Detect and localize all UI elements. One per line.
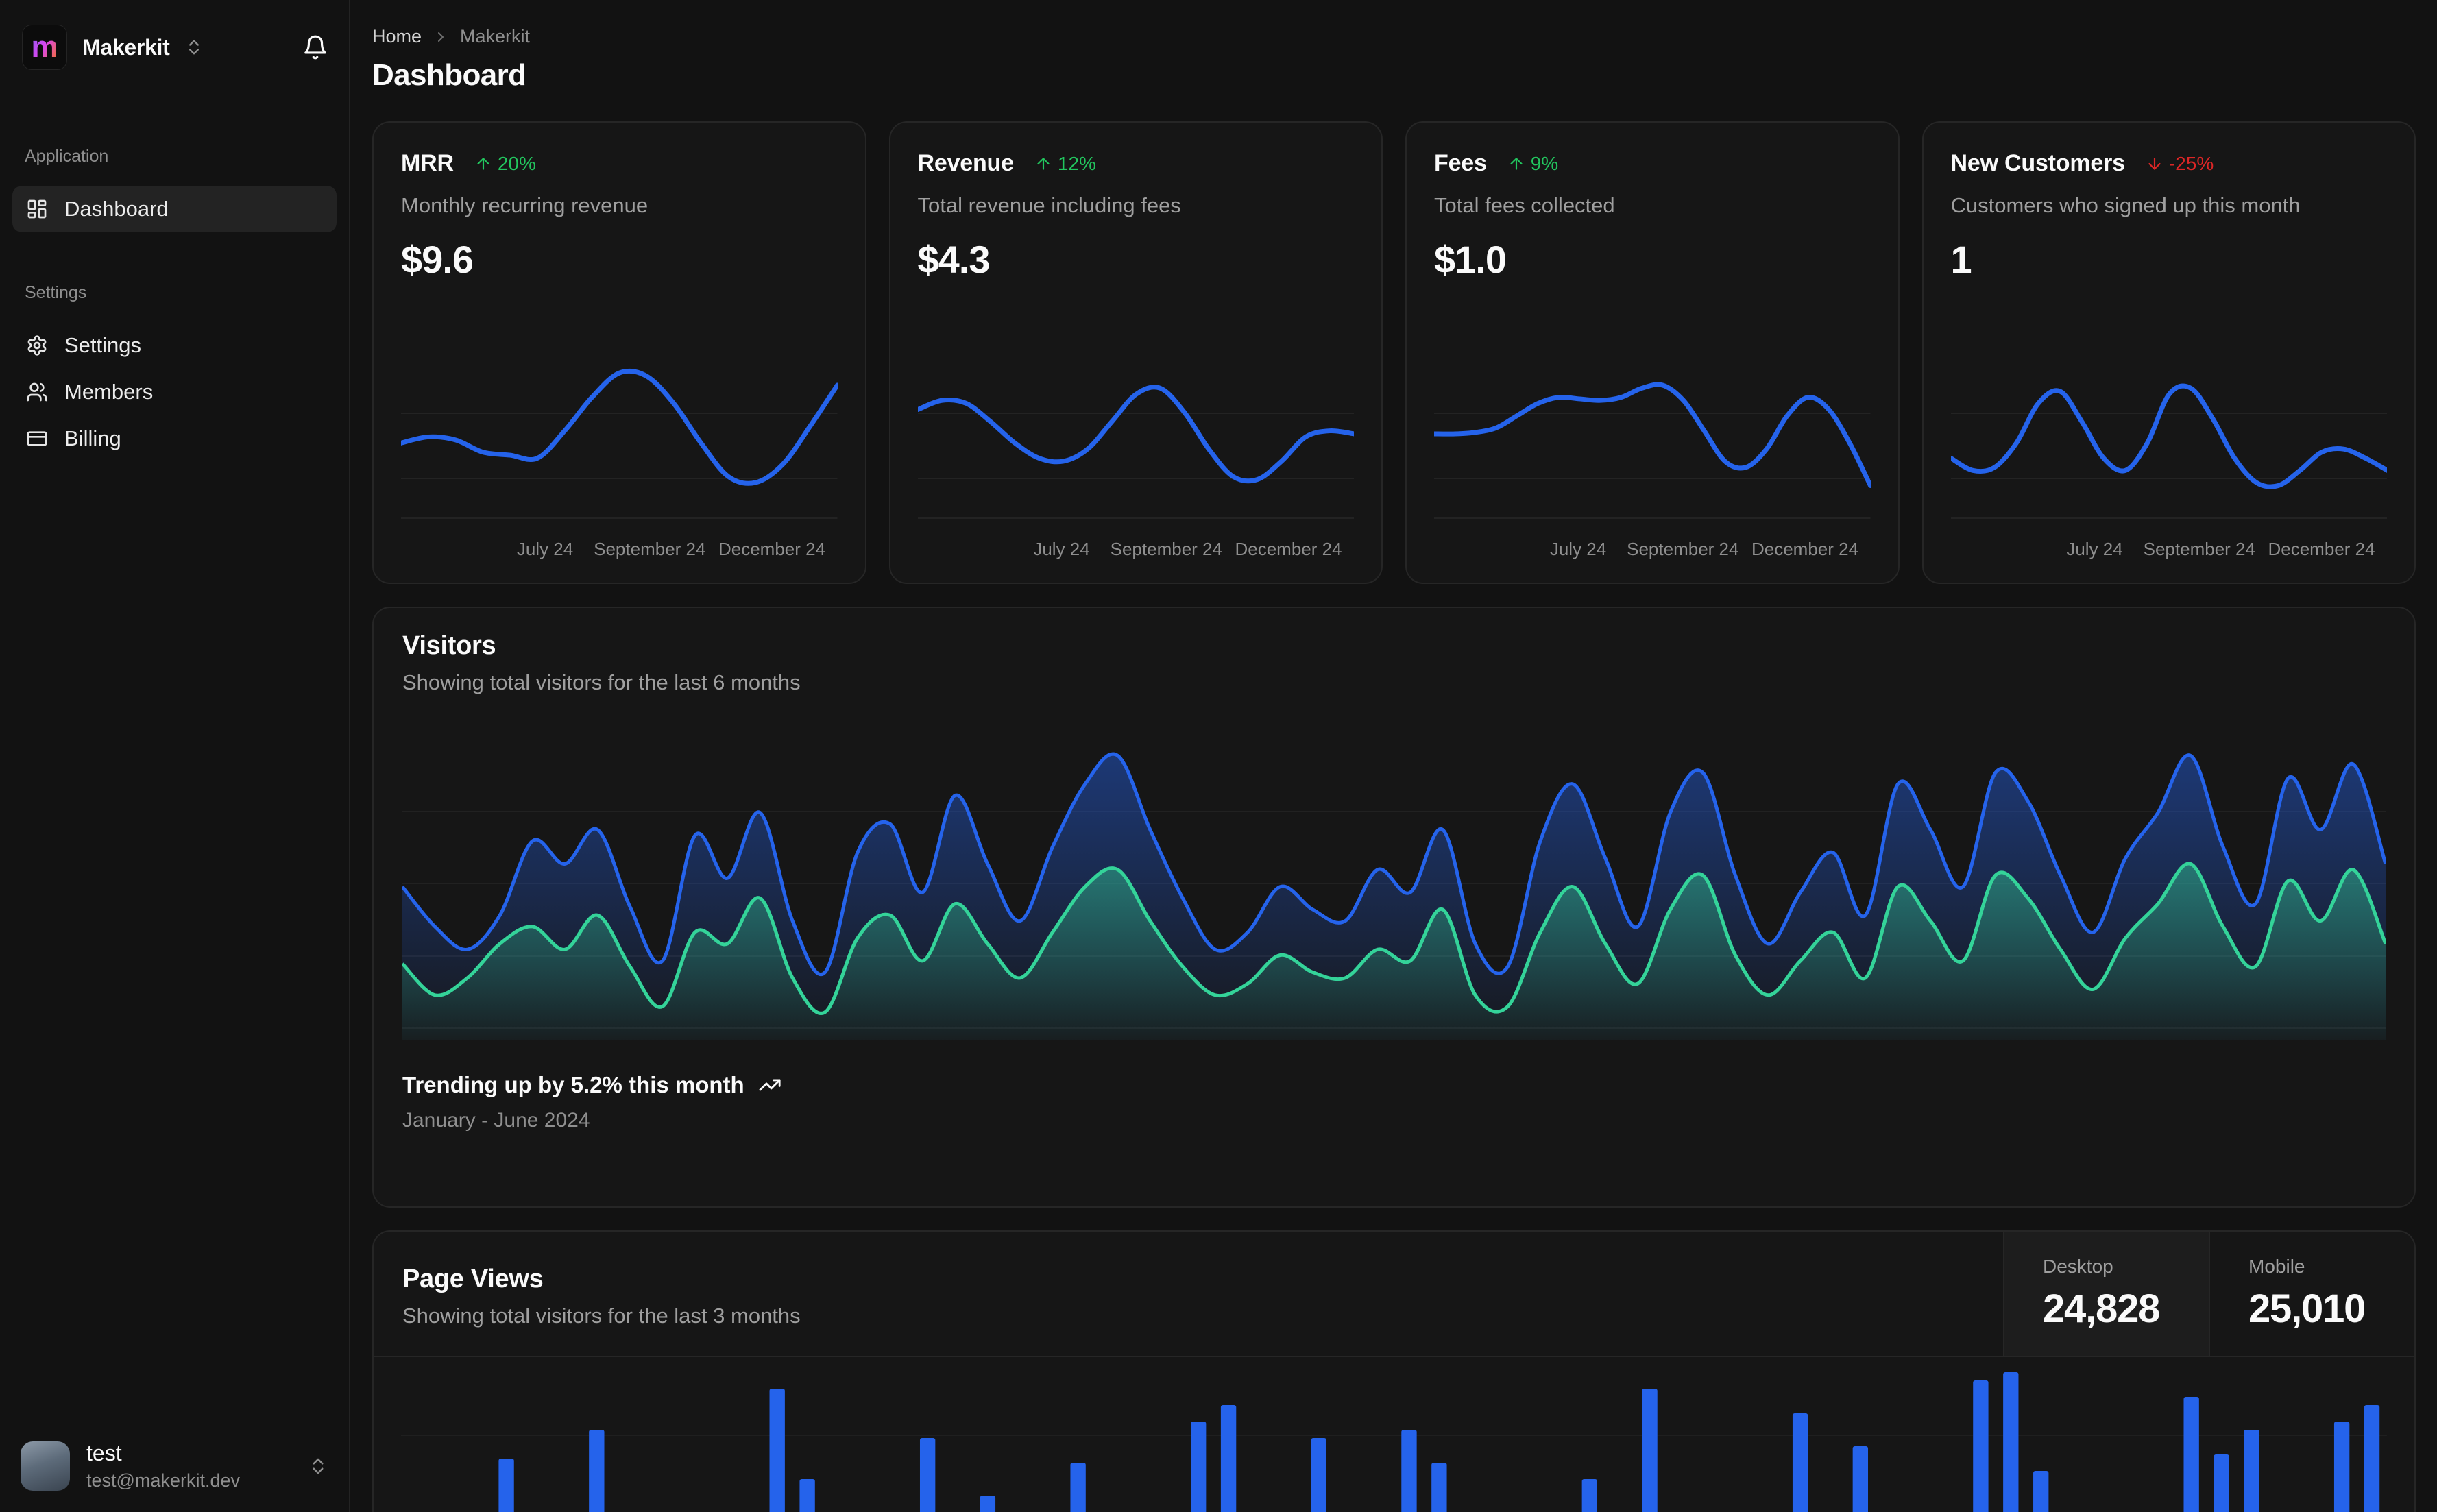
stat-chart: July 24 September 24 December 24 <box>1434 348 1871 565</box>
user-meta: test test@makerkit.dev <box>86 1441 240 1491</box>
stat-value: 1 <box>1950 238 1972 281</box>
page-views-title: Page Views <box>402 1265 544 1293</box>
x-axis-labels: July 24 September 24 December 24 <box>516 539 826 559</box>
page-views-header: Page Views Showing total visitors for th… <box>374 1232 2414 1357</box>
sidebar-item-billing[interactable]: Billing <box>12 415 337 462</box>
notifications-bell-icon[interactable] <box>302 34 328 60</box>
sidebar: m Makerkit Application Dashboard Setting… <box>0 0 350 1512</box>
stat-description: Monthly recurring revenue <box>401 193 648 217</box>
app-name: Makerkit <box>82 34 170 60</box>
user-email: test@makerkit.dev <box>86 1470 240 1491</box>
mrr-sparkline-chart <box>401 368 838 519</box>
chevrons-up-down-icon <box>308 1456 328 1476</box>
stat-cards-row: MRR 20% Monthly recurring revenue $9.6 J… <box>372 121 2416 584</box>
arrow-up-icon <box>1510 157 1523 170</box>
stat-card-revenue: Revenue 12% Total revenue including fees… <box>888 121 1383 584</box>
page-views-chart-wrap <box>374 1357 2414 1512</box>
main-content: Home Makerkit Dashboard MRR 20% Monthly … <box>350 0 2437 1512</box>
app-logo: m <box>22 25 67 70</box>
breadcrumb-current[interactable]: Makerkit <box>460 26 530 47</box>
mobile-value: 25,010 <box>2248 1287 2366 1331</box>
users-icon <box>26 381 48 403</box>
dashboard-icon <box>26 198 48 220</box>
trend-badge: 20% <box>474 153 536 175</box>
toggle-mobile[interactable]: Mobile 25,010 <box>2209 1232 2414 1356</box>
trend-badge: 12% <box>1034 153 1096 175</box>
stat-chart: July 24 September 24 December 24 <box>1950 348 2387 565</box>
breadcrumb-home-link[interactable]: Home <box>372 26 422 47</box>
stat-title: Fees <box>1434 150 1487 176</box>
sidebar-item-members[interactable]: Members <box>12 369 337 415</box>
page-views-bar-chart <box>401 1372 2387 1512</box>
fees-sparkline-chart <box>1434 382 1871 519</box>
avatar <box>21 1441 70 1491</box>
page-views-subtitle: Showing total visitors for the last 3 mo… <box>402 1304 801 1328</box>
sidebar-item-label: Billing <box>64 426 121 450</box>
stat-value: $4.3 <box>917 238 991 281</box>
visitors-trend-note: Trending up by 5.2% this month <box>402 1072 2386 1098</box>
arrow-down-icon <box>2148 157 2161 170</box>
stat-card-new-customers: New Customers -25% Customers who signed … <box>1921 121 2416 584</box>
stat-value: $9.6 <box>401 238 474 281</box>
new-customers-sparkline-chart <box>1950 383 2387 519</box>
nav-section-settings: Settings <box>25 283 87 302</box>
team-switcher[interactable]: m Makerkit <box>0 0 349 70</box>
visitors-title: Visitors <box>402 631 496 660</box>
x-axis-labels: July 24 September 24 December 24 <box>1033 539 1342 559</box>
stat-description: Total revenue including fees <box>917 193 1181 217</box>
page-views-card: Page Views Showing total visitors for th… <box>372 1230 2416 1512</box>
visitors-card: Visitors Showing total visitors for the … <box>372 607 2416 1208</box>
mobile-label: Mobile <box>2248 1256 2305 1277</box>
visitors-subtitle: Showing total visitors for the last 6 mo… <box>402 670 801 694</box>
nav-section-application: Application <box>25 147 109 166</box>
stat-title: Revenue <box>917 150 1015 176</box>
revenue-sparkline-chart <box>917 385 1354 519</box>
trend-badge: -25% <box>2146 153 2214 175</box>
sidebar-item-label: Dashboard <box>64 197 169 221</box>
visitors-period: January - June 2024 <box>402 1109 590 1132</box>
chevrons-up-down-icon <box>184 38 204 57</box>
stat-title: New Customers <box>1950 150 2126 176</box>
stat-title: MRR <box>401 150 454 176</box>
stat-chart: July 24 September 24 December 24 <box>401 348 838 565</box>
page-title: Dashboard <box>372 58 526 92</box>
stat-chart: July 24 September 24 December 24 <box>917 348 1354 565</box>
toggle-desktop[interactable]: Desktop 24,828 <box>2003 1232 2209 1356</box>
trend-badge: 9% <box>1507 153 1558 175</box>
x-axis-labels: July 24 September 24 December 24 <box>2066 539 2375 559</box>
arrow-up-icon <box>477 157 489 170</box>
gear-icon <box>26 334 48 356</box>
trending-up-icon <box>758 1073 781 1097</box>
breadcrumb: Home Makerkit <box>372 26 2416 47</box>
desktop-label: Desktop <box>2043 1256 2113 1277</box>
stat-description: Total fees collected <box>1434 193 1615 217</box>
stat-value: $1.0 <box>1434 238 1507 281</box>
credit-card-icon <box>26 428 48 450</box>
sidebar-item-label: Members <box>64 380 154 404</box>
stat-description: Customers who signed up this month <box>1950 193 2301 217</box>
stat-card-mrr: MRR 20% Monthly recurring revenue $9.6 J… <box>372 121 866 584</box>
user-name: test <box>86 1441 122 1465</box>
user-menu[interactable]: test test@makerkit.dev <box>0 1423 349 1512</box>
sidebar-item-settings[interactable]: Settings <box>12 322 337 369</box>
x-axis-labels: July 24 September 24 December 24 <box>1549 539 1859 559</box>
desktop-value: 24,828 <box>2043 1287 2160 1331</box>
chevron-right-icon <box>433 29 449 45</box>
sidebar-item-dashboard[interactable]: Dashboard <box>12 186 337 232</box>
arrow-up-icon <box>1037 157 1050 170</box>
sidebar-nav: Application Dashboard Settings Settings … <box>0 70 349 1423</box>
sidebar-item-label: Settings <box>64 333 142 357</box>
visitors-area-chart <box>402 752 2386 1040</box>
logo-m-glyph: m <box>31 30 58 64</box>
stat-card-fees: Fees 9% Total fees collected $1.0 July 2… <box>1405 121 1900 584</box>
